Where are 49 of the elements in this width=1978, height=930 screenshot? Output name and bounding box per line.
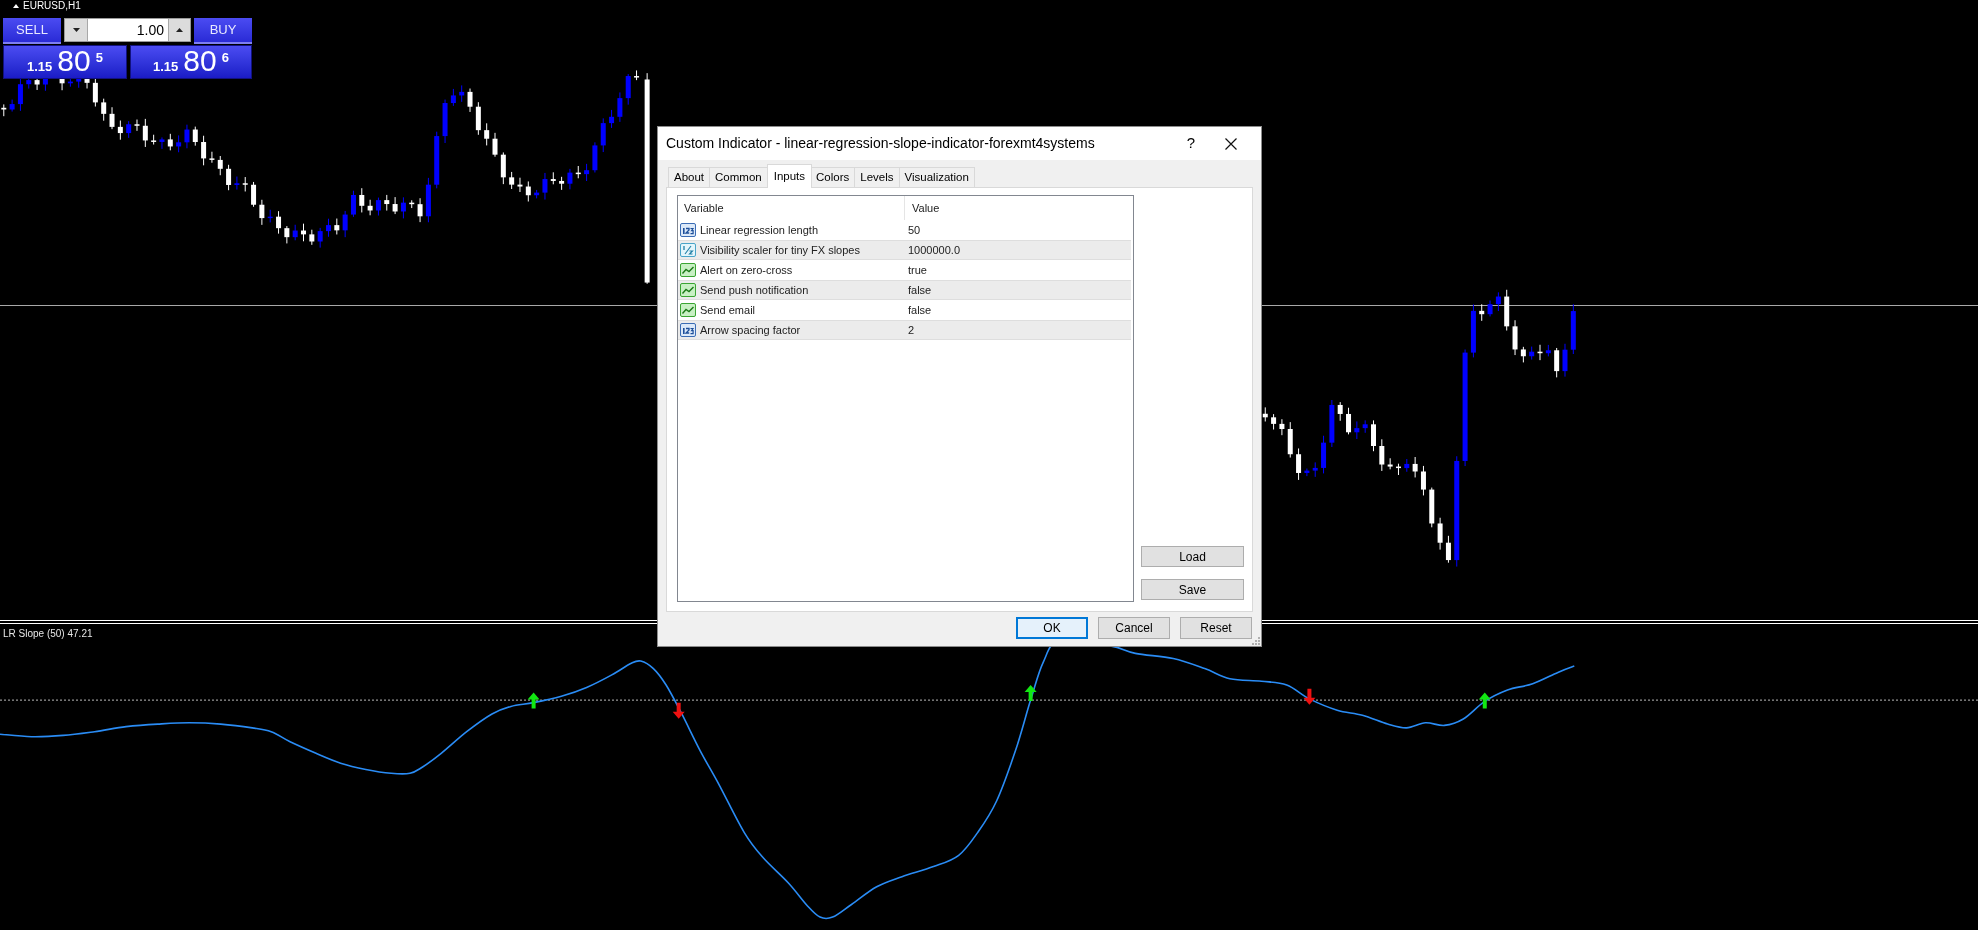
- cancel-button[interactable]: Cancel: [1098, 617, 1170, 639]
- variable-name: Arrow spacing factor: [700, 322, 801, 338]
- ok-button[interactable]: OK: [1016, 617, 1088, 639]
- fraction-tile-icon: [680, 242, 696, 258]
- lot-size-field[interactable]: 1.00: [88, 19, 168, 41]
- variable-name: Visibility scaler for tiny FX slopes: [700, 242, 860, 258]
- variable-value: true: [907, 262, 927, 278]
- down-arrow-icon: [672, 702, 685, 719]
- variable-name: Send email: [700, 302, 756, 318]
- tab[interactable]: About: [668, 167, 711, 187]
- close-icon: [1225, 137, 1237, 150]
- variable-name: Linear regression length: [700, 222, 819, 238]
- triangle-icon: [13, 3, 19, 8]
- increase-button[interactable]: [168, 19, 190, 41]
- indicator-label: LR Slope (50) 47.21: [3, 628, 93, 639]
- line-chart-icon: [680, 262, 696, 278]
- line-chart-icon: [680, 282, 696, 298]
- buy-button[interactable]: BUY: [194, 18, 252, 44]
- variable-value: false: [907, 302, 932, 318]
- tab[interactable]: Visualization: [898, 167, 975, 187]
- variable-value: false: [907, 282, 932, 298]
- down-arrow-icon: [1303, 688, 1316, 705]
- up-arrow-icon: [527, 692, 540, 709]
- up-arrow-icon: [1024, 685, 1037, 701]
- reset-button[interactable]: Reset: [1180, 617, 1252, 639]
- chart-symbol-title: EURUSD,H1: [23, 0, 81, 11]
- variable-value: 50: [907, 222, 921, 238]
- up-arrow-icon: [1478, 692, 1491, 709]
- number-tile-icon: [680, 322, 696, 338]
- table-row[interactable]: Send push notification false: [678, 280, 1131, 300]
- caret-up-icon: [176, 28, 183, 32]
- help-button[interactable]: ?: [1171, 128, 1211, 159]
- variable-value: 2: [907, 322, 915, 338]
- variable-name: Send push notification: [700, 282, 809, 298]
- variable-name: Alert on zero-cross: [700, 262, 793, 278]
- table-row[interactable]: Visibility scaler for tiny FX slopes 1000000.0: [678, 240, 1131, 260]
- tab[interactable]: Inputs: [766, 164, 813, 188]
- caret-down-icon: [72, 28, 80, 32]
- line-chart-icon: [680, 302, 696, 318]
- decrease-button[interactable]: [65, 19, 88, 41]
- table-row[interactable]: Arrow spacing factor 2: [678, 320, 1131, 340]
- dialog-title: Custom Indicator - linear-regression-slope-indicator-forexmt4systems: [666, 134, 1095, 153]
- column-header[interactable]: Value: [905, 196, 1133, 220]
- save-button[interactable]: Save: [1141, 579, 1244, 600]
- number-tile-icon: [680, 222, 696, 238]
- resize-grip-icon: [1251, 636, 1260, 645]
- variable-value: 1000000.0: [907, 242, 960, 258]
- sell-button[interactable]: SELL: [3, 18, 61, 44]
- load-button[interactable]: Load: [1141, 546, 1244, 567]
